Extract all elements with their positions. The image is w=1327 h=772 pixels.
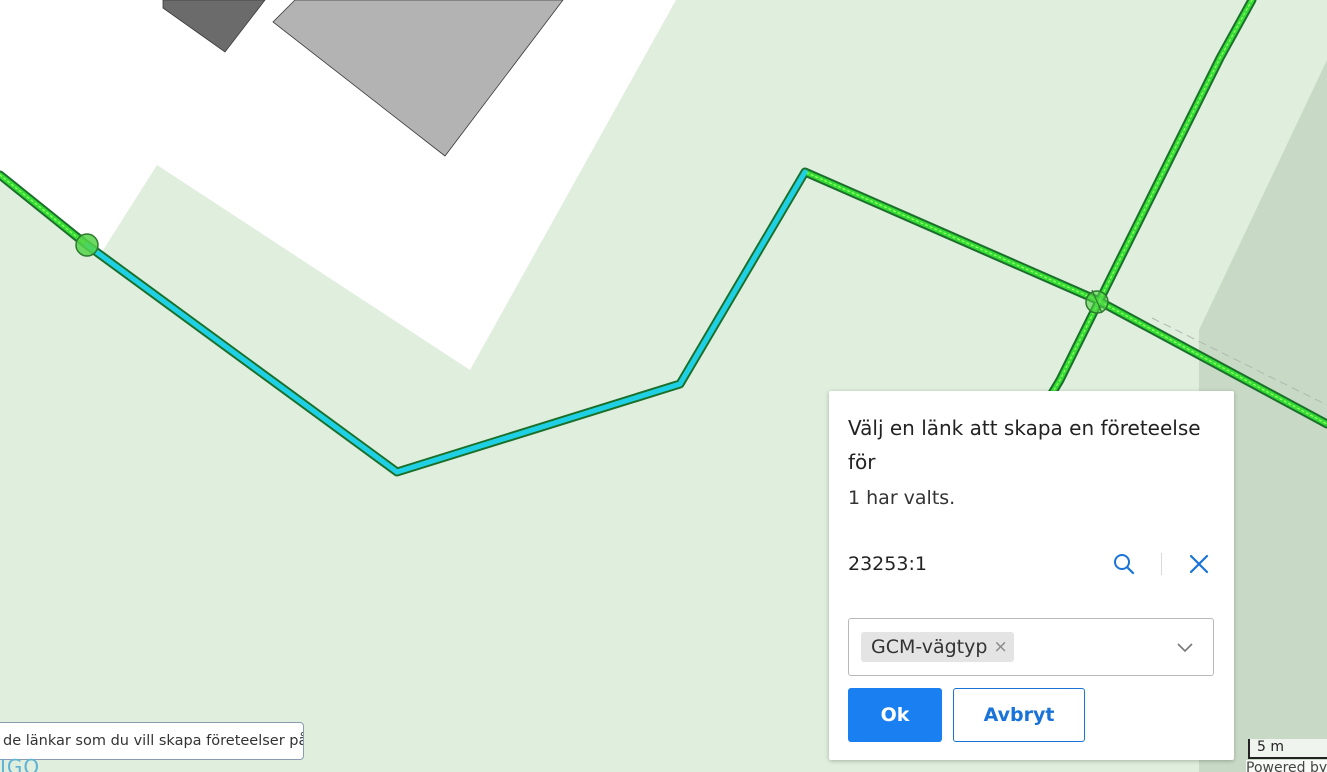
- selection-count: 1 har valts.: [848, 487, 956, 509]
- remove-link-button[interactable]: [1184, 549, 1214, 579]
- chip-remove-icon[interactable]: ×: [993, 637, 1007, 657]
- scale-label: 5 m: [1257, 739, 1284, 755]
- zoom-to-link-button[interactable]: [1109, 549, 1139, 579]
- close-icon: [1189, 554, 1209, 574]
- ok-button[interactable]: Ok: [848, 688, 942, 742]
- chip-label: GCM-vägtyp: [871, 636, 988, 658]
- divider: [1161, 553, 1162, 575]
- hint-tooltip: de länkar som du vill skapa företeelser …: [0, 722, 304, 760]
- selected-link-row: 23253:1: [848, 549, 1214, 579]
- dialog-title: Välj en länk att skapa en företeelse för: [848, 416, 1201, 474]
- map-view[interactable]: de länkar som du vill skapa företeelser …: [0, 0, 1327, 772]
- link-node[interactable]: [75, 233, 99, 257]
- attribution: Powered by: [1246, 760, 1327, 772]
- selected-link-id: 23253:1: [848, 553, 927, 575]
- create-feature-dialog: Välj en länk att skapa en företeelse för…: [829, 391, 1234, 760]
- feature-type-chip: GCM-vägtyp ×: [861, 632, 1014, 662]
- cancel-button[interactable]: Avbryt: [953, 688, 1085, 742]
- logo: IGO: [0, 757, 41, 772]
- feature-type-select[interactable]: GCM-vägtyp ×: [848, 618, 1214, 676]
- search-icon: [1114, 554, 1135, 575]
- chevron-down-icon[interactable]: [1175, 637, 1195, 657]
